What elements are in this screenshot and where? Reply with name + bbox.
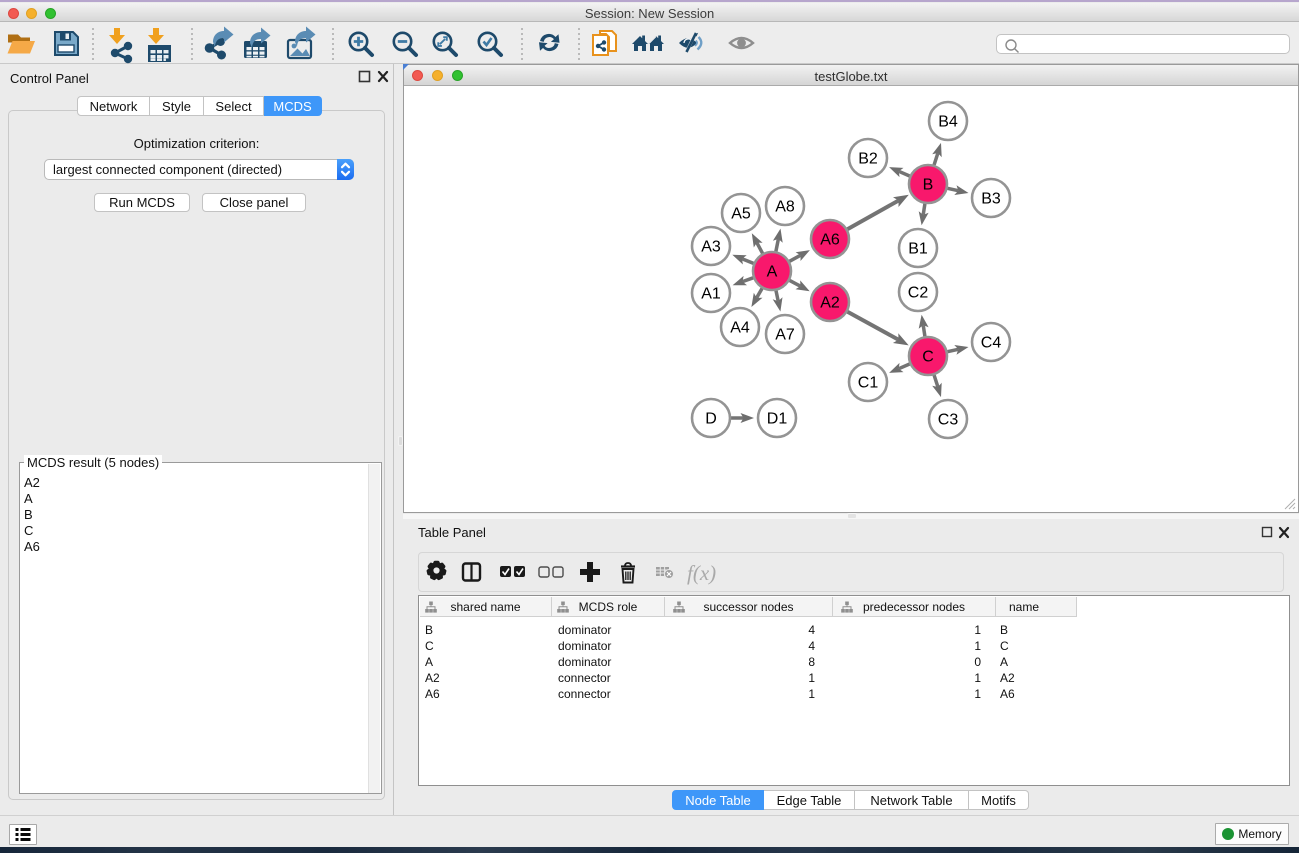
svg-text:A5: A5 <box>731 206 751 223</box>
svg-text:B3: B3 <box>981 191 1001 208</box>
svg-text:A8: A8 <box>775 199 795 216</box>
svg-text:B4: B4 <box>938 114 958 131</box>
svg-text:B1: B1 <box>908 241 928 258</box>
svg-text:A4: A4 <box>730 320 750 337</box>
svg-text:C3: C3 <box>938 412 959 429</box>
svg-text:C: C <box>922 349 934 366</box>
svg-text:D: D <box>705 411 717 428</box>
svg-text:A7: A7 <box>775 327 795 344</box>
svg-text:f(x): f(x) <box>687 561 716 585</box>
svg-text:A1: A1 <box>701 286 721 303</box>
svg-text:C4: C4 <box>981 335 1002 352</box>
svg-text:C1: C1 <box>858 375 879 392</box>
svg-text:A2: A2 <box>820 295 840 312</box>
svg-text:B: B <box>923 177 934 194</box>
svg-text:A6: A6 <box>820 232 840 249</box>
svg-text:C2: C2 <box>908 285 929 302</box>
svg-text:D1: D1 <box>767 411 788 428</box>
svg-text:A3: A3 <box>701 239 721 256</box>
svg-text:B2: B2 <box>858 151 878 168</box>
svg-text:A: A <box>767 264 778 281</box>
